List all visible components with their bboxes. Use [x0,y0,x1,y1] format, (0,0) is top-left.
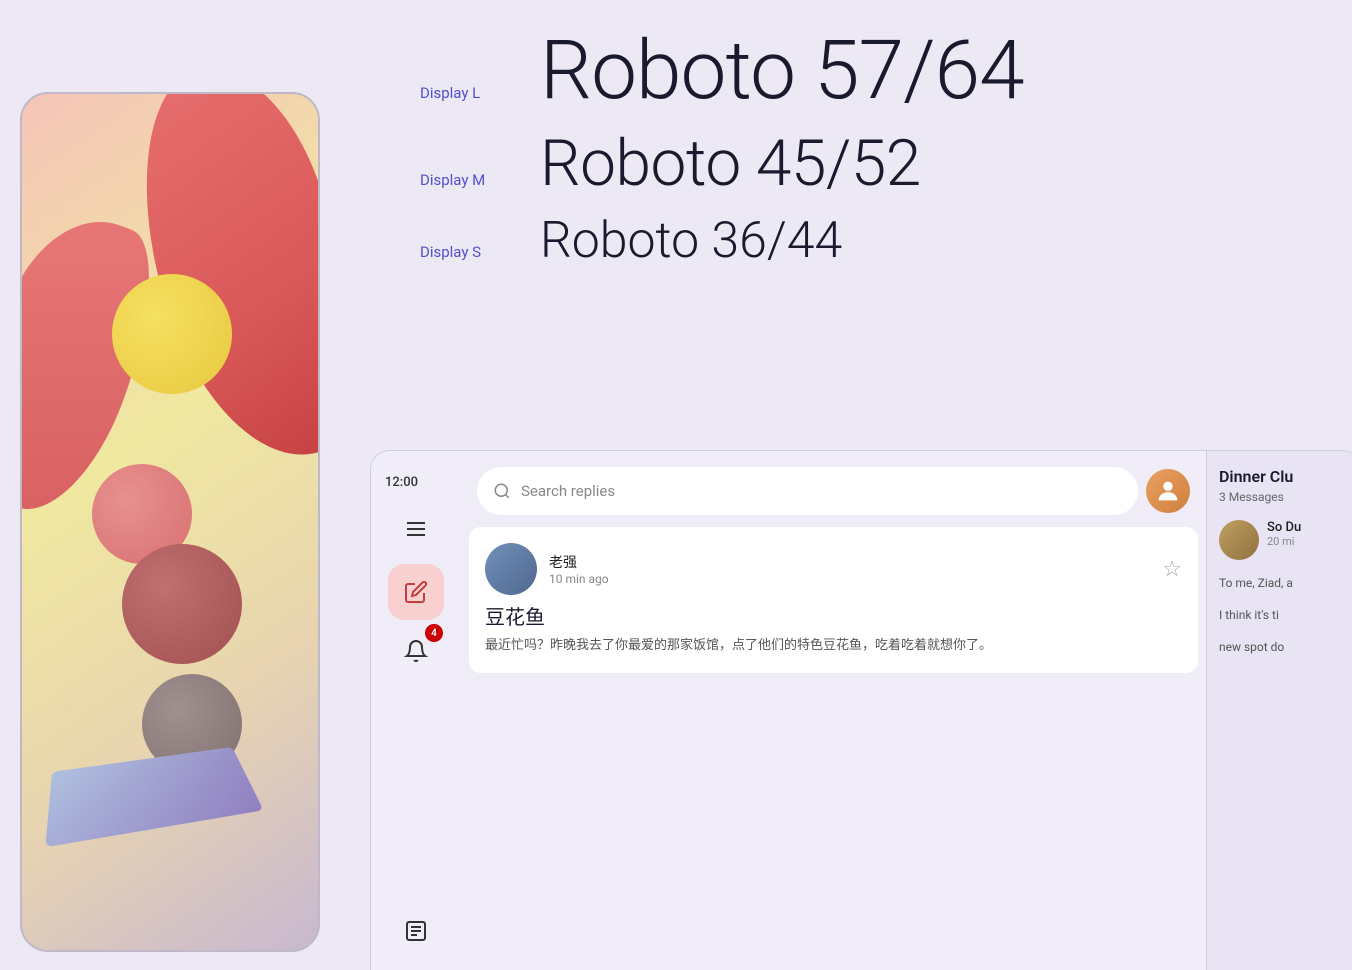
user-avatar[interactable] [1146,469,1190,513]
sender-name: 老强 [549,552,1150,572]
right-preview-line3: new spot do [1219,638,1349,656]
phone-time: 12:00 [371,467,418,490]
right-panel: Display L Roboto 57/64 Display M Roboto … [340,0,1352,964]
conversation-avatar [485,543,537,595]
type-text-display-s: Roboto 36/44 [540,216,842,266]
decorative-platform [45,747,263,847]
conversation-preview: 最近忙吗？昨晚我去了你最爱的那家饭馆，点了他们的特色豆花鱼，吃着吃着就想你了。 [485,636,1182,657]
right-preview-line2: I think it's ti [1219,606,1349,624]
right-sender-name: So Du [1267,520,1349,535]
notification-badge: 4 [425,624,443,642]
left-panel [0,0,340,964]
phone-nav-column: 12:00 4 [371,451,461,970]
search-row: Search replies [461,451,1206,523]
conversation-header: 老强 10 min ago ☆ [485,543,1182,595]
menu-button[interactable] [393,506,439,552]
type-text-display-l: Roboto 57/64 [540,30,1024,112]
conversation-pane: Search replies [461,451,1206,970]
search-bar[interactable]: Search replies [477,467,1138,515]
search-icon [493,482,511,500]
conversation-title: 豆花鱼 [485,601,1182,630]
right-panel-subtitle: 3 Messages [1219,490,1349,504]
typography-section: Display L Roboto 57/64 Display M Roboto … [340,0,1352,266]
notifications-button[interactable]: 4 [393,628,439,674]
type-row-display-l: Display L Roboto 57/64 [420,30,1302,112]
decorative-circle-yellow [112,274,232,394]
right-preview-line1: To me, Ziad, a [1219,574,1349,592]
message-time: 10 min ago [549,572,1150,586]
compose-button[interactable] [388,564,444,620]
phone-ui-card: 12:00 4 [370,450,1352,970]
type-label-display-s: Display S [420,243,540,261]
avatar-placeholder [485,543,537,595]
right-panel-title: Dinner Clu [1219,467,1349,486]
type-label-display-l: Display L [420,84,540,102]
conversation-item[interactable]: 老强 10 min ago ☆ 豆花鱼 最近忙吗？昨晚我去了你最爱的那家饭馆，点… [469,527,1198,673]
document-button[interactable] [393,908,439,954]
type-text-display-m: Roboto 45/52 [540,132,921,196]
phone-mockup [20,92,320,952]
conversation-meta: 老强 10 min ago [549,552,1150,586]
right-convo-item[interactable]: So Du 20 mi [1219,520,1349,560]
star-icon[interactable]: ☆ [1162,557,1182,582]
avatar-image [1146,469,1190,513]
type-row-display-s: Display S Roboto 36/44 [420,216,1302,266]
type-label-display-m: Display M [420,171,540,189]
right-sidebar-panel: Dinner Clu 3 Messages So Du 20 mi To me,… [1206,451,1352,970]
decorative-circle-dark-pink [122,544,242,664]
right-avatar [1219,520,1259,560]
search-placeholder: Search replies [521,482,615,500]
right-convo-meta: So Du 20 mi [1267,520,1349,548]
type-row-display-m: Display M Roboto 45/52 [420,132,1302,196]
right-message-time: 20 mi [1267,535,1349,548]
right-conversation-list: So Du 20 mi To me, Ziad, a I think it's … [1219,520,1349,656]
